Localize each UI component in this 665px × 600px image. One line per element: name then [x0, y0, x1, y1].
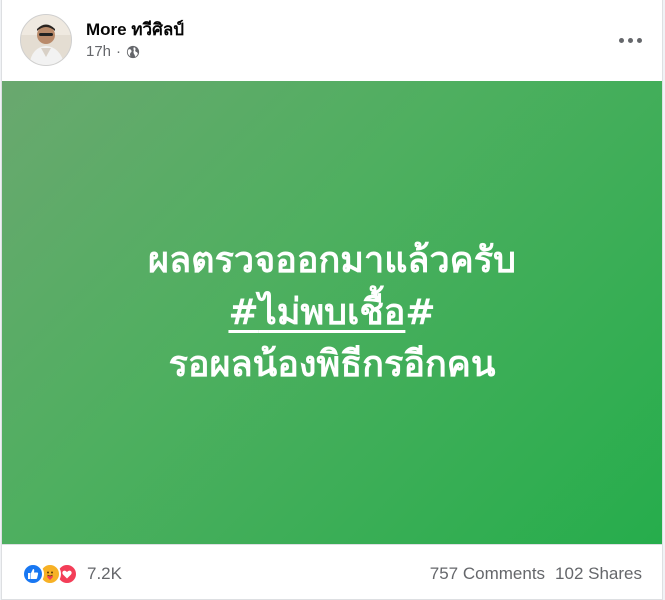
hashtag-link[interactable]: #ไม่พบเชื้อ	[228, 292, 405, 333]
post-header: More ทวีศิลป์ 17h ·	[2, 0, 662, 80]
more-dot	[627, 37, 633, 43]
author-name[interactable]: More ทวีศิลป์	[86, 16, 184, 43]
banner-line-2: #ไม่พบเชื้อ#	[228, 287, 435, 339]
banner-line-3: รอผลน้องพิธีกรอีกคน	[168, 343, 496, 385]
globe-icon	[126, 45, 140, 58]
post-meta: 17h ·	[86, 43, 140, 60]
banner-line-1: ผลตรวจออกมาแล้วครับ	[148, 239, 516, 281]
hashtag-text: ไม่พบเชื้อ	[258, 291, 406, 333]
like-icon	[22, 563, 44, 585]
post-card: More ทวีศิลป์ 17h · ผลตรวจออกมาแล้วครับ …	[1, 0, 663, 600]
author-avatar[interactable]	[20, 14, 72, 66]
post-timestamp[interactable]: 17h	[86, 43, 111, 60]
hashtag-suffix: #	[405, 291, 436, 333]
shares-count-link[interactable]: 102 Shares	[555, 564, 642, 584]
like-thumb-glyph	[28, 569, 39, 579]
more-dot	[636, 37, 642, 43]
love-heart-glyph	[62, 570, 72, 579]
hashtag-prefix: #	[228, 291, 259, 333]
avatar-photo	[21, 15, 71, 65]
reactions-summary[interactable]: 7.2K	[22, 563, 122, 585]
post-banner: ผลตรวจออกมาแล้วครับ #ไม่พบเชื้อ# รอผลน้อ…	[2, 81, 662, 544]
more-options-button[interactable]	[612, 22, 648, 58]
care-face-glyph	[47, 571, 53, 580]
engagement-stats: 757 Comments 102 Shares	[430, 564, 642, 584]
more-dots-icon	[618, 37, 624, 43]
comments-count-link[interactable]: 757 Comments	[430, 564, 545, 584]
reaction-count: 7.2K	[87, 564, 122, 583]
meta-separator: ·	[116, 43, 122, 60]
post-footer: 7.2K 757 Comments 102 Shares	[2, 544, 662, 600]
